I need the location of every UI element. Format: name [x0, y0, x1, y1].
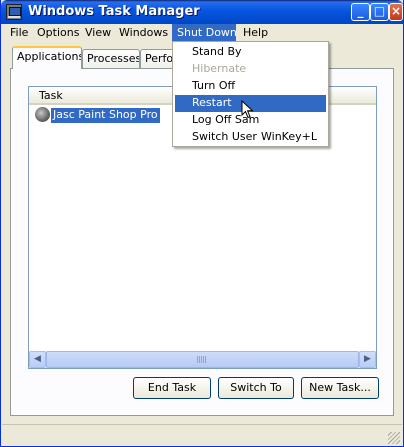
menu-options[interactable]: Options — [32, 24, 84, 42]
tab-processes[interactable]: Processes — [82, 49, 140, 69]
menu-view[interactable]: View — [80, 24, 116, 42]
menu-item-stand-by[interactable]: Stand By — [175, 44, 326, 61]
tab-performance[interactable]: Perfo — [140, 49, 176, 69]
switch-user-shortcut: WinKey+L — [261, 130, 317, 143]
task-manager-icon — [6, 4, 22, 20]
task-name: Jasc Paint Shop Pro — [51, 108, 160, 123]
new-task-button[interactable]: New Task... — [301, 377, 379, 399]
minimize-button[interactable]: _ — [351, 3, 370, 21]
switch-to-button[interactable]: Switch To — [218, 377, 294, 399]
scrollbar-thumb[interactable] — [46, 351, 359, 368]
tab-applications[interactable]: Applications — [12, 46, 82, 69]
shut-down-menu: Stand By Hibernate Turn Off Restart Log … — [172, 41, 329, 147]
menu-help[interactable]: Help — [238, 24, 273, 42]
status-bar — [2, 424, 402, 446]
menu-file[interactable]: File — [5, 24, 33, 42]
title-bar[interactable]: Windows Task Manager _ □ × — [1, 0, 403, 24]
window-title: Windows Task Manager — [28, 4, 200, 19]
menu-item-switch-user[interactable]: Switch User WinKey+L — [175, 129, 326, 146]
end-task-button[interactable]: End Task — [133, 377, 211, 399]
menu-shut-down[interactable]: Shut Down — [172, 24, 237, 42]
scroll-right-button[interactable]: ▶ — [359, 351, 376, 368]
task-manager-window: Windows Task Manager _ □ × File Options … — [0, 0, 404, 447]
grip-icon — [197, 356, 207, 363]
close-button[interactable]: × — [389, 3, 403, 21]
paint-shop-pro-icon — [35, 107, 50, 122]
switch-user-label: Switch User — [192, 130, 257, 143]
maximize-button[interactable]: □ — [370, 3, 389, 21]
mouse-cursor-icon — [241, 100, 254, 119]
menu-bar: File Options View Windows Shut Down Help — [2, 24, 402, 42]
horizontal-scrollbar[interactable]: ◀ ▶ — [29, 351, 376, 368]
menu-item-turn-off[interactable]: Turn Off — [175, 78, 326, 95]
scroll-left-button[interactable]: ◀ — [29, 351, 46, 368]
menu-windows[interactable]: Windows — [114, 24, 173, 42]
menu-item-hibernate: Hibernate — [192, 62, 247, 75]
column-header-label: Task — [39, 89, 63, 102]
resize-grip-icon[interactable] — [388, 432, 400, 444]
